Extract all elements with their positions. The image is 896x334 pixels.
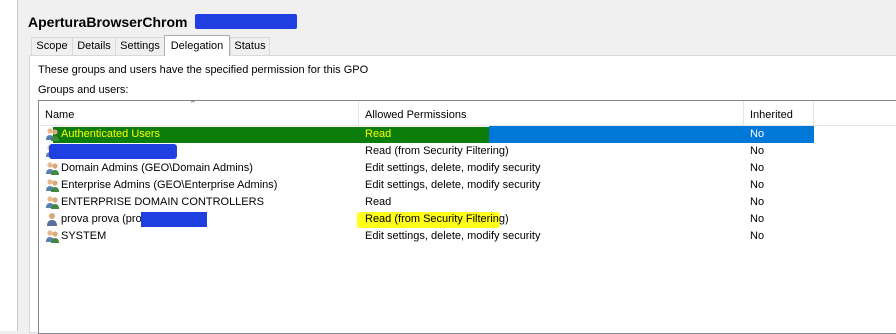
tab-settings[interactable]: Settings <box>115 37 165 55</box>
user-icon <box>47 213 57 226</box>
table-row[interactable]: Enterprise Admins (GEO\Enterprise Admins… <box>39 177 814 194</box>
console-tree-pane <box>0 0 18 331</box>
table-row[interactable]: Read (from Security Filtering) No <box>39 143 814 160</box>
tab-status[interactable]: Status <box>230 37 270 55</box>
row-permission: Read (from Security Filtering) <box>365 145 509 157</box>
row-name: Domain Admins (GEO\Domain Admins) <box>61 162 253 174</box>
permissions-list[interactable]: ⌃ Name Allowed Permissions Inherited Aut… <box>38 99 896 334</box>
gpo-details-pane: AperturaBrowserChrom Scope Details Setti… <box>19 0 896 334</box>
row-name: SYSTEM <box>61 230 107 242</box>
tab-details[interactable]: Details <box>72 37 116 55</box>
sort-up-icon: ⌃ <box>189 99 197 109</box>
gpo-title: AperturaBrowserChrom <box>28 14 188 30</box>
list-header: ⌃ Name Allowed Permissions Inherited <box>39 99 896 126</box>
table-row[interactable]: Authenticated Users Read No <box>39 126 814 143</box>
table-row[interactable]: prova prova (prov Read (from Security Fi… <box>39 211 814 228</box>
row-permission: Read <box>365 128 392 140</box>
group-icon <box>46 196 59 209</box>
row-inherited: No <box>750 196 765 208</box>
tab-delegation[interactable]: Delegation <box>164 35 230 56</box>
tab-scope[interactable]: Scope <box>31 37 73 55</box>
delegation-description: These groups and users have the specifie… <box>38 64 369 76</box>
redaction-mark <box>49 144 177 159</box>
row-permission: Edit settings, delete, modify security <box>365 230 541 242</box>
row-inherited: No <box>750 162 765 174</box>
table-row[interactable]: SYSTEM Edit settings, delete, modify sec… <box>39 228 814 245</box>
column-header-inherited[interactable]: Inherited <box>744 101 814 125</box>
group-icon <box>46 162 59 175</box>
row-name: Enterprise Admins (GEO\Enterprise Admins… <box>61 179 278 191</box>
row-inherited: No <box>750 213 765 225</box>
group-icon <box>46 230 59 243</box>
row-name: Authenticated Users <box>61 128 161 140</box>
groups-label: Groups and users: <box>38 84 129 96</box>
row-permission: Read <box>365 196 392 208</box>
table-row[interactable]: ENTERPRISE DOMAIN CONTROLLERS Read No <box>39 194 814 211</box>
column-header-name[interactable]: ⌃ Name <box>39 99 359 125</box>
row-inherited: No <box>750 145 765 157</box>
row-name: ENTERPRISE DOMAIN CONTROLLERS <box>61 196 264 208</box>
row-inherited: No <box>750 179 765 191</box>
row-permission: Edit settings, delete, modify security <box>365 162 541 174</box>
redaction-mark <box>195 14 297 29</box>
row-permission: Edit settings, delete, modify security <box>365 179 541 191</box>
redaction-mark <box>141 212 207 227</box>
group-icon <box>46 128 59 141</box>
group-icon <box>46 179 59 192</box>
row-name: prova prova (prov <box>61 213 148 225</box>
column-header-permissions[interactable]: Allowed Permissions <box>359 101 744 125</box>
table-row[interactable]: Domain Admins (GEO\Domain Admins) Edit s… <box>39 160 814 177</box>
row-permission: Read (from Security Filtering) <box>365 213 509 225</box>
row-inherited: No <box>750 128 765 140</box>
delegation-panel: These groups and users have the specifie… <box>29 55 896 334</box>
row-inherited: No <box>750 230 765 242</box>
